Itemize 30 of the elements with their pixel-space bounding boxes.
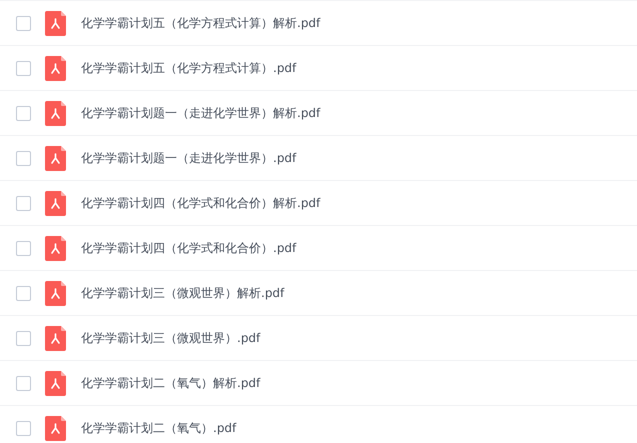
checkbox[interactable] <box>16 60 31 76</box>
file-name[interactable]: 化学学霸计划四（化学式和化合价）解析.pdf <box>81 194 320 212</box>
pdf-file-icon <box>45 416 66 440</box>
pdf-file-icon <box>45 236 66 260</box>
pdf-file-icon <box>45 146 66 170</box>
pdf-file-icon <box>45 56 66 80</box>
pdf-file-icon <box>45 100 66 126</box>
checkbox[interactable] <box>16 420 31 436</box>
file-name[interactable]: 化学学霸计划二（氧气）解析.pdf <box>81 374 260 392</box>
pdf-file-icon <box>45 280 66 306</box>
checkbox[interactable] <box>16 16 31 30</box>
checkbox[interactable] <box>16 330 31 346</box>
pdf-file-icon <box>45 326 66 350</box>
file-name[interactable]: 化学学霸计划五（化学方程式计算）解析.pdf <box>81 14 320 32</box>
file-name[interactable]: 化学学霸计划三（微观世界）.pdf <box>81 329 260 347</box>
checkbox[interactable] <box>16 196 31 210</box>
checkbox[interactable] <box>16 286 31 300</box>
file-name[interactable]: 化学学霸计划题一（走进化学世界）解析.pdf <box>81 104 320 122</box>
file-name[interactable]: 化学学霸计划题一（走进化学世界）.pdf <box>81 149 296 167</box>
pdf-file-icon <box>45 10 66 36</box>
checkbox[interactable] <box>16 150 31 166</box>
pdf-file-icon <box>45 370 66 396</box>
checkbox[interactable] <box>16 240 31 256</box>
file-name[interactable]: 化学学霸计划三（微观世界）解析.pdf <box>81 284 284 302</box>
file-name[interactable]: 化学学霸计划五（化学方程式计算）.pdf <box>81 59 296 77</box>
pdf-file-icon <box>45 190 66 216</box>
file-name[interactable]: 化学学霸计划四（化学式和化合价）.pdf <box>81 239 296 257</box>
checkbox[interactable] <box>16 376 31 390</box>
file-name[interactable]: 化学学霸计划二（氧气）.pdf <box>81 419 236 437</box>
checkbox[interactable] <box>16 106 31 120</box>
